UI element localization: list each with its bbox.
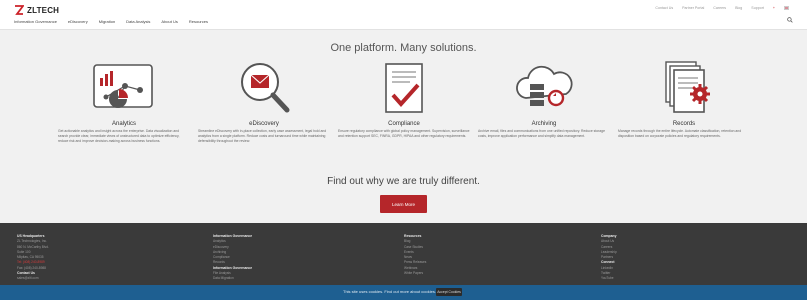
site-header: ZLTECH Contact Us Partner Portal Careers… [0,0,807,30]
main-nav: Information Governance eDiscovery Migrat… [14,19,208,24]
footer-column-contact: US Headquarters ZL Technologies, Inc. 86… [17,234,167,282]
logo-text: ZLTECH [27,5,60,15]
footer-column-resources: Resources Blog Case Studies Events News … [404,234,554,276]
utility-links: Contact Us Partner Portal Careers Blog S… [655,6,789,10]
solution-description: Manage records through the entire lifecy… [618,129,742,138]
magnifier-envelope-icon [241,63,290,113]
nav-item[interactable]: Migration [99,19,115,24]
accept-cookies-button[interactable]: Accept Cookies [436,288,462,296]
records-gear-icon [665,61,710,113]
us-flag-icon[interactable] [784,6,789,10]
nav-item[interactable]: Data Analysis [126,19,150,24]
utility-link[interactable]: Contact Us [655,6,673,10]
solution-title: Records [672,121,696,127]
learn-more-button[interactable]: Learn More [380,195,427,213]
solution-title: Archiving [531,121,557,127]
footer-link[interactable]: sales@zlti.com [17,276,167,281]
cookie-message: This site uses cookies. Find out more ab… [343,289,436,294]
utility-link[interactable]: Blog [735,6,742,10]
solution-description: Archive email, files and communications … [478,129,605,138]
footer-link[interactable]: Data Migration [213,276,363,281]
analytics-icon [93,64,153,108]
logo-mark-icon [15,5,24,15]
search-icon[interactable] [787,17,793,23]
cta-heading: Find out why we are truly different. [327,176,480,187]
footer-link[interactable]: White Papers [404,271,554,276]
solution-title: Compliance [388,121,420,127]
nav-item[interactable]: Resources [189,19,208,24]
zltech-logo[interactable]: ZLTECH [14,5,59,15]
utility-link[interactable]: Partner Portal [682,6,704,10]
nav-item[interactable]: Information Governance [14,19,57,24]
nav-item[interactable]: eDiscovery [68,19,88,24]
solution-description: Get actionable analytics and insight acr… [58,129,180,143]
utility-link[interactable]: Careers [713,6,726,10]
plus-icon[interactable]: + [773,6,775,10]
page-headline: One platform. Many solutions. [330,42,477,54]
utility-link[interactable]: Support [751,6,764,10]
cookie-banner: This site uses cookies. Find out more ab… [0,285,807,300]
solution-title: Analytics [111,121,136,127]
solution-description: Ensure regulatory compliance with global… [338,129,470,138]
solutions-row: Analytics Get actionable analytics and i… [58,60,752,160]
solution-description: Streamline eDiscovery with in-place coll… [198,129,327,143]
nav-item[interactable]: About Us [161,19,177,24]
footer-link[interactable]: YouTube [601,276,751,281]
cloud-server-icon [516,65,573,107]
solution-title: eDiscovery [249,121,279,127]
footer-column-solutions: Information Governance Analytics eDiscov… [213,234,363,282]
footer-column-company: Company About Us Careers Leadership Part… [601,234,751,282]
checklist-document-icon [385,63,423,113]
